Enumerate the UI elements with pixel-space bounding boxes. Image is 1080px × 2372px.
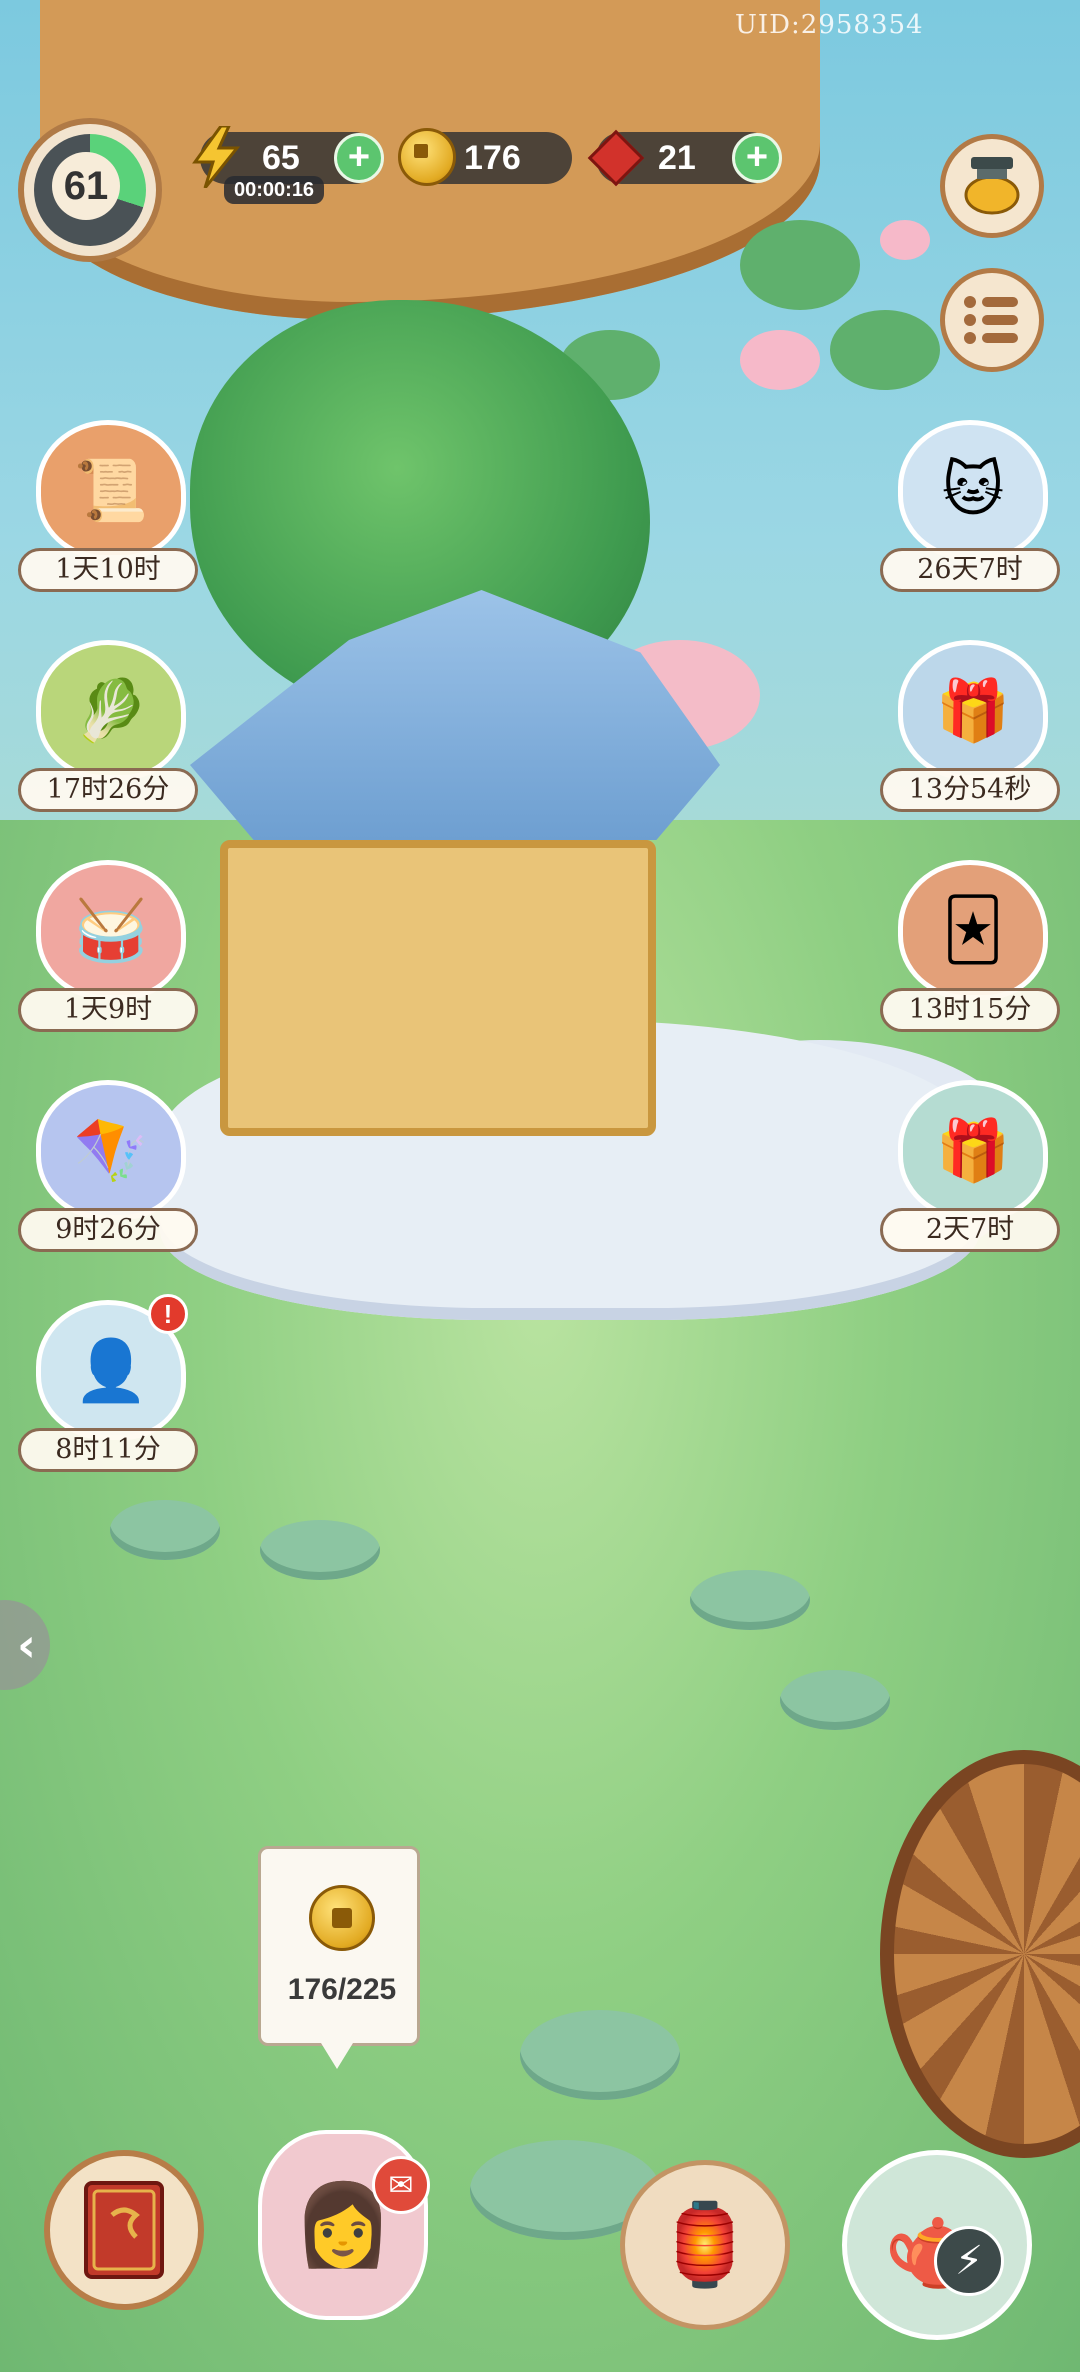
timer-label: 13时15分 <box>880 988 1060 1032</box>
timer-item-kite[interactable]: 🪁 9时26分 <box>18 1080 198 1260</box>
game-scene[interactable]: UID:2958354 61 65 00:00:16 + 176 21 + 📜 … <box>0 0 1080 2372</box>
timer-label: 13分54秒 <box>880 768 1060 812</box>
lotus-flower <box>740 330 820 390</box>
alert-icon: ! <box>148 1294 188 1334</box>
red-book-icon <box>84 2181 164 2279</box>
mail-badge[interactable]: ✉ <box>372 2156 430 2214</box>
timer-label: 1天9时 <box>18 988 198 1032</box>
lily-pad <box>830 310 940 390</box>
stepping-stone <box>260 1520 380 1580</box>
treasure-pavilion-button[interactable] <box>940 134 1044 238</box>
red-gem-icon <box>587 129 645 187</box>
timer-label: 1天10时 <box>18 548 198 592</box>
timer-label: 2天7时 <box>880 1208 1060 1252</box>
cat-broom-icon: 🐱 <box>898 420 1048 560</box>
level-number: 61 <box>52 152 120 220</box>
lily-pad <box>740 220 860 310</box>
timer-item-vegetables[interactable]: 🥬 17时26分 <box>18 640 198 820</box>
lotus-flower <box>880 220 930 260</box>
cat-drum-icon: 🥁 <box>36 860 186 1000</box>
list-menu-icon <box>964 296 1018 344</box>
coin-icon <box>396 126 458 188</box>
stepping-stone <box>690 1570 810 1630</box>
timer-item-character[interactable]: 👤 ! 8时11分 <box>18 1294 198 1480</box>
playing-cards-icon: 🃏 <box>898 860 1048 1000</box>
timer-label: 8时11分 <box>18 1428 198 1472</box>
cat-gift-box-icon: 🎁 <box>898 1080 1048 1220</box>
level-badge[interactable]: 61 <box>18 118 162 262</box>
recipe-book-icon: 📜 <box>36 420 186 560</box>
gem-value: 21 <box>658 138 696 177</box>
kite-icon: 🪁 <box>36 1080 186 1220</box>
timer-item-blue-box[interactable]: 🎁 13分54秒 <box>880 640 1060 820</box>
shop-stall-button[interactable]: 🏮 <box>620 2160 790 2330</box>
timer-item-cat-broom[interactable]: 🐱 26天7时 <box>880 420 1060 600</box>
lightning-boost-badge[interactable]: ⚡ <box>934 2226 1004 2296</box>
energy-value: 65 <box>262 138 300 177</box>
uid-label: UID:2958354 <box>735 10 924 40</box>
stepping-stone <box>110 1500 220 1560</box>
timer-item-gift-cat[interactable]: 🎁 2天7时 <box>880 1080 1060 1260</box>
energy-refill-timer: 00:00:16 <box>224 176 325 204</box>
add-gems-button[interactable]: + <box>732 133 782 183</box>
silkworm-pavilion-base[interactable] <box>220 840 656 1136</box>
golden-cauldron-icon <box>964 157 1020 215</box>
timer-label: 9时26分 <box>18 1208 198 1252</box>
coin-icon <box>309 1885 375 1951</box>
recipe-book-button[interactable] <box>44 2150 204 2310</box>
timer-item-cards[interactable]: 🃏 13时15分 <box>880 860 1060 1040</box>
timer-label: 26天7时 <box>880 548 1060 592</box>
market-stall-icon: 🏮 <box>655 2198 755 2291</box>
stepping-stone <box>520 2010 680 2100</box>
chevron-left-icon: ‹ <box>17 1618 36 1672</box>
timer-item-recipe-books[interactable]: 📜 1天10时 <box>18 420 198 600</box>
menu-button[interactable] <box>940 268 1044 372</box>
timer-label: 17时26分 <box>18 768 198 812</box>
vegetable-basket-icon: 🥬 <box>36 640 186 780</box>
timer-item-drum-cat[interactable]: 🥁 1天9时 <box>18 860 198 1040</box>
stepping-stone <box>780 1670 890 1730</box>
coin-storage-bubble[interactable]: 176/225 <box>258 1846 420 2069</box>
add-energy-button[interactable]: + <box>334 133 384 183</box>
coin-value: 176 <box>464 138 521 177</box>
lightning-icon: ⚡ <box>954 2238 984 2284</box>
coin-storage-amount: 176/225 <box>287 1973 397 2006</box>
envelope-icon: ✉ <box>388 2167 414 2203</box>
blue-treasure-box-icon: 🎁 <box>898 640 1048 780</box>
